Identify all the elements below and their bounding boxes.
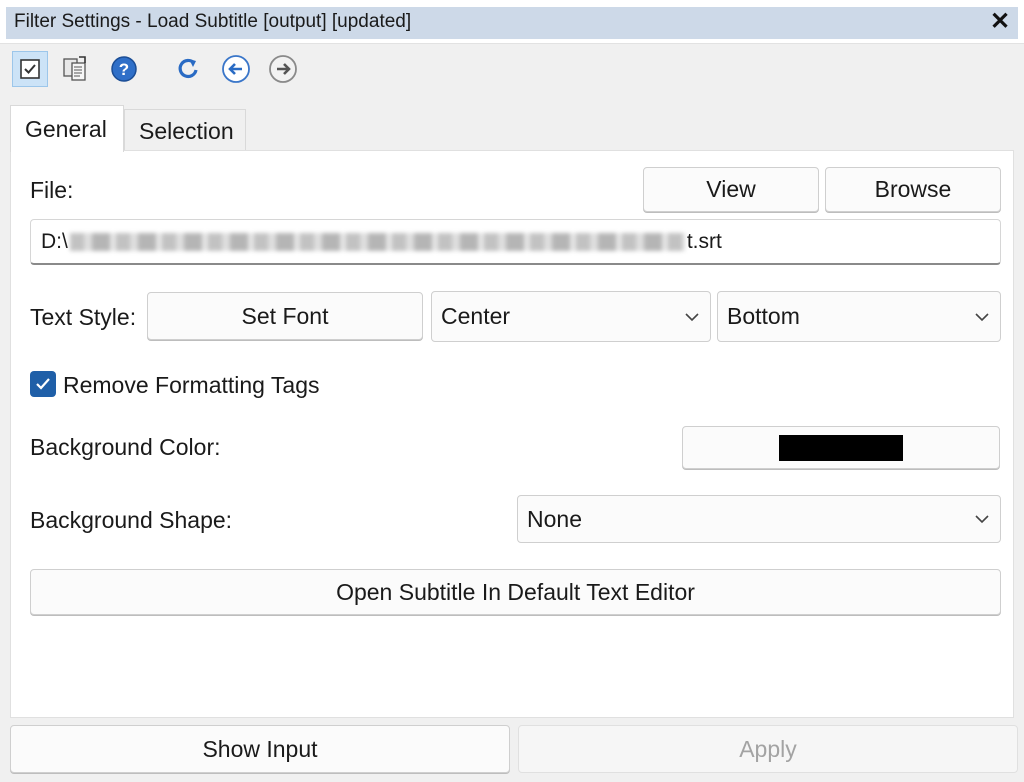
background-shape-select[interactable]: None — [517, 495, 1001, 543]
toolbar: ? — [0, 44, 1024, 100]
background-shape-label: Background Shape: — [30, 507, 233, 533]
remove-tags-label[interactable]: Remove Formatting Tags — [63, 372, 320, 399]
tab-selection[interactable]: Selection — [124, 109, 246, 151]
browse-button[interactable]: Browse — [825, 167, 1001, 212]
copy-settings-icon[interactable] — [58, 51, 94, 87]
reset-icon[interactable] — [170, 51, 206, 87]
text-style-label: Text Style: — [30, 304, 137, 330]
checkmark-icon — [36, 378, 50, 390]
set-font-button[interactable]: Set Font — [147, 292, 423, 340]
help-icon[interactable]: ? — [106, 51, 142, 87]
window-title: Filter Settings - Load Subtitle [output]… — [14, 11, 412, 32]
background-color-label: Background Color: — [30, 434, 221, 460]
tab-general[interactable]: General — [10, 105, 124, 152]
vertical-align-select[interactable]: Bottom — [717, 291, 1001, 342]
vertical-align-value: Bottom — [727, 303, 800, 329]
preview-toggle-icon[interactable] — [12, 51, 48, 87]
close-icon[interactable]: ✕ — [986, 8, 1014, 36]
svg-text:?: ? — [119, 60, 129, 79]
back-arrow-icon[interactable] — [218, 51, 254, 87]
file-label: File: — [30, 177, 74, 203]
chevron-down-icon — [975, 515, 989, 524]
remove-tags-checkbox[interactable] — [30, 371, 56, 397]
show-input-button[interactable]: Show Input — [10, 725, 510, 773]
title-bar: Filter Settings - Load Subtitle [output]… — [0, 0, 1024, 44]
general-panel: File: View Browse D:\ t.srt Text Style: … — [10, 150, 1014, 718]
chevron-down-icon — [975, 312, 989, 321]
apply-button[interactable]: Apply — [518, 725, 1018, 773]
footer: Show Input Apply — [0, 722, 1024, 782]
file-path-suffix: t.srt — [686, 229, 722, 253]
horizontal-align-value: Center — [441, 303, 511, 329]
horizontal-align-select[interactable]: Center — [431, 291, 711, 342]
file-path-field[interactable]: D:\ t.srt — [30, 219, 1001, 265]
forward-arrow-icon[interactable] — [265, 51, 301, 87]
background-color-button[interactable] — [682, 426, 1000, 469]
chevron-down-icon — [685, 312, 699, 321]
open-editor-button[interactable]: Open Subtitle In Default Text Editor — [30, 569, 1001, 615]
file-path-prefix: D:\ — [41, 229, 68, 253]
color-swatch — [779, 434, 903, 461]
redacted-path — [69, 232, 685, 251]
background-shape-value: None — [527, 505, 582, 532]
view-button[interactable]: View — [643, 167, 819, 212]
